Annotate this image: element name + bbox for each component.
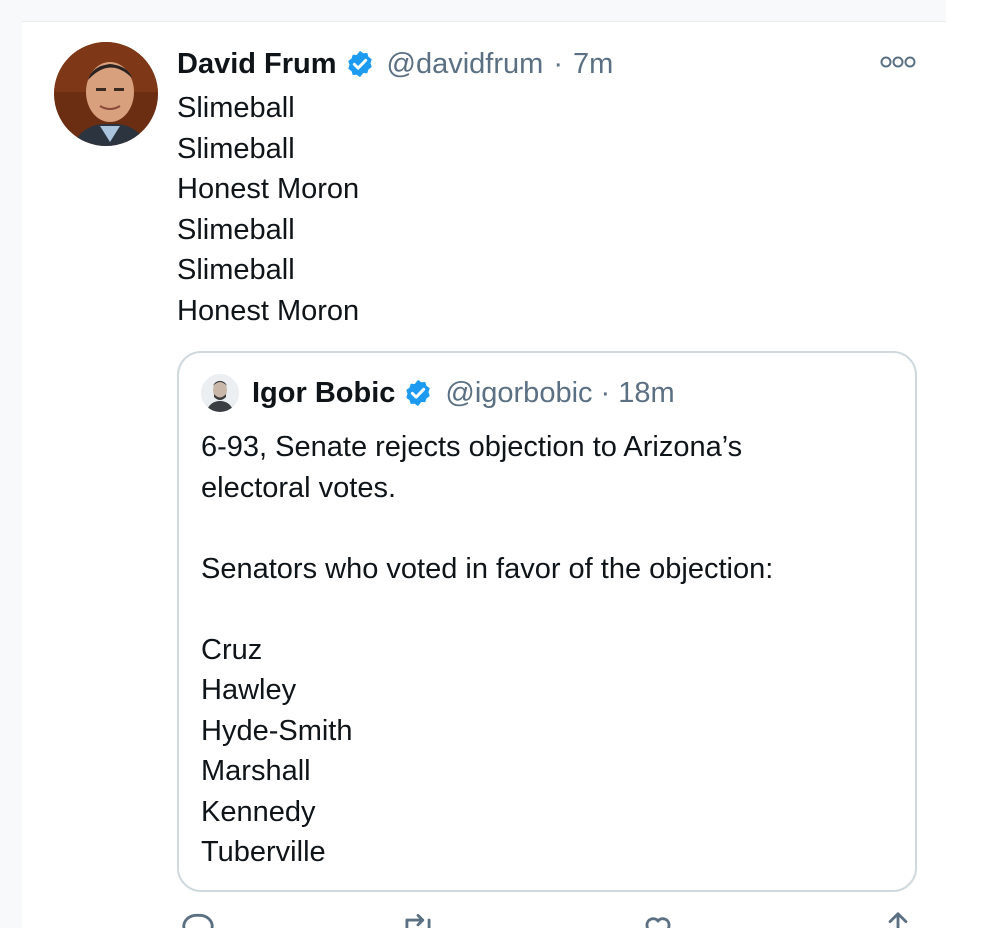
quoted-author-handle[interactable]: @igorbobic bbox=[445, 377, 592, 410]
quoted-text-line: Hyde-Smith bbox=[201, 714, 353, 747]
separator-dot: · bbox=[600, 376, 611, 409]
share-icon bbox=[888, 912, 908, 928]
quoted-text-line: Cruz bbox=[201, 633, 263, 666]
like-icon bbox=[645, 917, 671, 928]
author-display-name[interactable]: David Frum bbox=[177, 48, 337, 81]
tweet-text-line: Slimeball bbox=[177, 92, 295, 124]
quoted-tweet-timestamp[interactable]: 18m bbox=[618, 377, 674, 410]
retweet-button[interactable] bbox=[399, 910, 437, 928]
tweet-timestamp[interactable]: 7m bbox=[573, 48, 613, 81]
author-avatar[interactable] bbox=[54, 42, 158, 146]
tweet[interactable]: David Frum @davidfrum · 7m Slimeball Sli… bbox=[22, 22, 946, 928]
tweet-text-line: Slimeball bbox=[177, 213, 295, 246]
reply-button[interactable] bbox=[179, 910, 217, 928]
quoted-author-display-name[interactable]: Igor Bobic bbox=[252, 377, 395, 410]
right-gutter bbox=[946, 0, 1000, 928]
quoted-text-line: Marshall bbox=[201, 755, 311, 787]
like-button[interactable] bbox=[639, 910, 677, 928]
retweet-icon bbox=[405, 913, 431, 928]
verified-badge-icon bbox=[403, 378, 433, 408]
quoted-text-blank bbox=[201, 589, 901, 630]
quoted-text-line: 6-93, Senate rejects objection to Arizon… bbox=[201, 431, 743, 463]
tweet-text-line: Slimeball bbox=[177, 254, 295, 286]
verified-badge-icon bbox=[345, 49, 375, 79]
tweet-text-line: Slimeball bbox=[177, 132, 295, 165]
quoted-text-line: Tuberville bbox=[201, 836, 326, 868]
tweet-actions bbox=[177, 910, 917, 928]
tweet-text-line: Honest Moron bbox=[177, 173, 360, 205]
previous-tweet-edge bbox=[22, 0, 946, 22]
quoted-tweet-text: 6-93, Senate rejects objection to Arizon… bbox=[201, 427, 901, 873]
share-button[interactable] bbox=[879, 910, 917, 928]
quoted-author-avatar[interactable] bbox=[201, 374, 239, 412]
quoted-text-line: Kennedy bbox=[201, 795, 316, 828]
tweet-header: David Frum @davidfrum · 7m bbox=[177, 44, 613, 84]
quoted-text-line: Hawley bbox=[201, 674, 297, 706]
quoted-tweet-header: Igor Bobic @igorbobic · 18m bbox=[252, 373, 675, 413]
reply-icon bbox=[182, 913, 214, 928]
quoted-tweet[interactable]: Igor Bobic @igorbobic · 18m 6-93, Senate… bbox=[177, 351, 917, 892]
quoted-text-blank bbox=[201, 508, 901, 549]
author-handle[interactable]: @davidfrum bbox=[387, 48, 544, 81]
quoted-text-line: electoral votes. bbox=[201, 471, 397, 504]
left-gutter bbox=[0, 0, 22, 928]
quoted-text-line: Senators who voted in favor of the objec… bbox=[201, 552, 774, 585]
more-options-icon[interactable] bbox=[878, 52, 918, 72]
separator-dot: · bbox=[553, 47, 563, 80]
tweet-text-line: Honest Moron bbox=[177, 294, 360, 327]
tweet-text: Slimeball Slimeball Honest Moron Slimeba… bbox=[177, 88, 359, 331]
